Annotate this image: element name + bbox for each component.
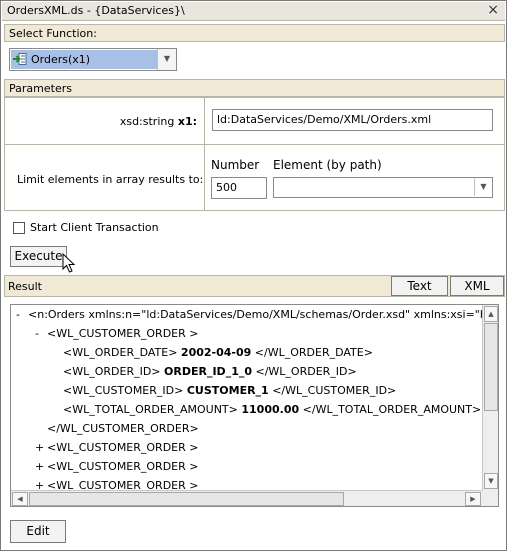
tree-root-text: <n:Orders xmlns:n="ld:DataServices/Demo/…	[28, 308, 498, 321]
tree-collapsed-order[interactable]: + <WL_CUSTOMER_ORDER >	[35, 441, 199, 454]
number-field[interactable]: 500	[211, 177, 267, 199]
tree-field-row[interactable]: <WL_ORDER_ID> ORDER_ID_1_0 </WL_ORDER_ID…	[63, 365, 357, 378]
field-value: ORDER_ID_1_0	[164, 365, 252, 378]
execute-button[interactable]: Execute	[10, 246, 67, 267]
text-view-button[interactable]: Text	[391, 276, 448, 296]
edit-button[interactable]: Edit	[10, 520, 66, 543]
field-value: 11000.00	[241, 403, 300, 416]
horizontal-scrollbar[interactable]: ◀ ▶	[11, 490, 482, 506]
parameters-label: Parameters	[9, 82, 72, 95]
function-dropdown-label: Orders(x1)	[31, 53, 91, 66]
field-close-tag: </WL_TOTAL_ORDER_AMOUNT>	[302, 403, 482, 416]
number-label: Number	[211, 158, 260, 172]
expand-toggle[interactable]: +	[35, 460, 44, 473]
xml-view-button[interactable]: XML	[450, 276, 504, 296]
x1-value-field[interactable]: ld:DataServices/Demo/XML/Orders.xml	[212, 109, 493, 131]
start-transaction-checkbox[interactable]	[13, 222, 25, 234]
orders-xml-window: OrdersXML.ds - {DataServices}\ × Select …	[0, 0, 507, 551]
x1-parameter-label: xsd:string x1:	[120, 115, 197, 128]
parameters-divider-horizontal	[5, 144, 504, 145]
tree-field-row[interactable]: <WL_ORDER_DATE> 2002-04-09 </WL_ORDER_DA…	[63, 346, 373, 359]
tree-collapsed-order[interactable]: + <WL_CUSTOMER_ORDER >	[35, 460, 199, 473]
expand-toggle[interactable]: +	[35, 441, 44, 454]
field-close-tag: </WL_ORDER_DATE>	[254, 346, 373, 359]
function-icon	[13, 53, 27, 65]
title-bar: OrdersXML.ds - {DataServices}\ ×	[2, 2, 505, 21]
tree-order-close-text: </WL_CUSTOMER_ORDER>	[47, 422, 199, 435]
scroll-left-icon[interactable]: ◀	[12, 492, 28, 506]
parameters-divider-vertical	[204, 98, 205, 210]
field-close-tag: </WL_CUSTOMER_ID>	[272, 384, 397, 397]
field-value: 2002-04-09	[180, 346, 252, 359]
limit-elements-label: Limit elements in array results to:	[17, 173, 204, 186]
field-value: CUSTOMER_1	[186, 384, 269, 397]
result-tree[interactable]: - <n:Orders xmlns:n="ld:DataServices/Dem…	[10, 304, 499, 507]
field-open-tag: <WL_TOTAL_ORDER_AMOUNT>	[63, 403, 238, 416]
select-function-header: Select Function:	[4, 24, 505, 42]
scroll-up-icon[interactable]: ▲	[484, 306, 498, 322]
tree-order-node[interactable]: - <WL_CUSTOMER_ORDER >	[35, 327, 199, 340]
scroll-right-icon[interactable]: ▶	[465, 492, 481, 506]
function-dropdown[interactable]: Orders(x1) ▼	[9, 48, 177, 71]
result-label: Result	[8, 280, 42, 293]
scrollbar-corner	[482, 490, 498, 506]
tree-collapsed-order-text: <WL_CUSTOMER_ORDER >	[47, 441, 199, 454]
start-transaction-label: Start Client Transaction	[30, 221, 159, 234]
tree-order-open-text: <WL_CUSTOMER_ORDER >	[47, 327, 199, 340]
tree-order-close: </WL_CUSTOMER_ORDER>	[47, 422, 199, 435]
field-close-tag: </WL_ORDER_ID>	[255, 365, 357, 378]
element-path-dropdown[interactable]: ▼	[273, 177, 493, 198]
window-title: OrdersXML.ds - {DataServices}\	[7, 4, 185, 17]
result-header: Result Text XML	[4, 275, 505, 297]
collapse-toggle[interactable]: -	[16, 308, 20, 321]
parameters-panel: xsd:string x1: ld:DataServices/Demo/XML/…	[4, 97, 505, 211]
element-path-label: Element (by path)	[273, 158, 382, 172]
vertical-scrollbar[interactable]: ▲ ▼	[482, 305, 498, 490]
horizontal-scroll-thumb[interactable]	[29, 492, 344, 506]
field-open-tag: <WL_CUSTOMER_ID>	[63, 384, 184, 397]
chevron-down-icon[interactable]: ▼	[157, 49, 176, 70]
collapse-toggle[interactable]: -	[35, 327, 39, 340]
x1-name-label: x1:	[177, 115, 197, 128]
field-open-tag: <WL_ORDER_DATE>	[63, 346, 178, 359]
x1-type-label: xsd:string	[119, 115, 178, 128]
tree-field-row[interactable]: <WL_TOTAL_ORDER_AMOUNT> 11000.00 </WL_TO…	[63, 403, 481, 416]
close-icon[interactable]: ×	[487, 2, 499, 18]
function-dropdown-value: Orders(x1)	[11, 50, 158, 69]
parameters-header: Parameters	[4, 79, 505, 97]
tree-collapsed-order-text: <WL_CUSTOMER_ORDER >	[47, 460, 199, 473]
select-function-label: Select Function:	[9, 27, 97, 40]
vertical-scroll-thumb[interactable]	[484, 323, 498, 411]
tree-root-node[interactable]: - <n:Orders xmlns:n="ld:DataServices/Dem…	[16, 308, 498, 321]
chevron-down-icon[interactable]: ▼	[474, 178, 492, 196]
mouse-pointer-icon	[62, 253, 76, 273]
tree-field-row[interactable]: <WL_CUSTOMER_ID> CUSTOMER_1 </WL_CUSTOME…	[63, 384, 396, 397]
field-open-tag: <WL_ORDER_ID>	[63, 365, 161, 378]
scroll-down-icon[interactable]: ▼	[484, 473, 498, 489]
